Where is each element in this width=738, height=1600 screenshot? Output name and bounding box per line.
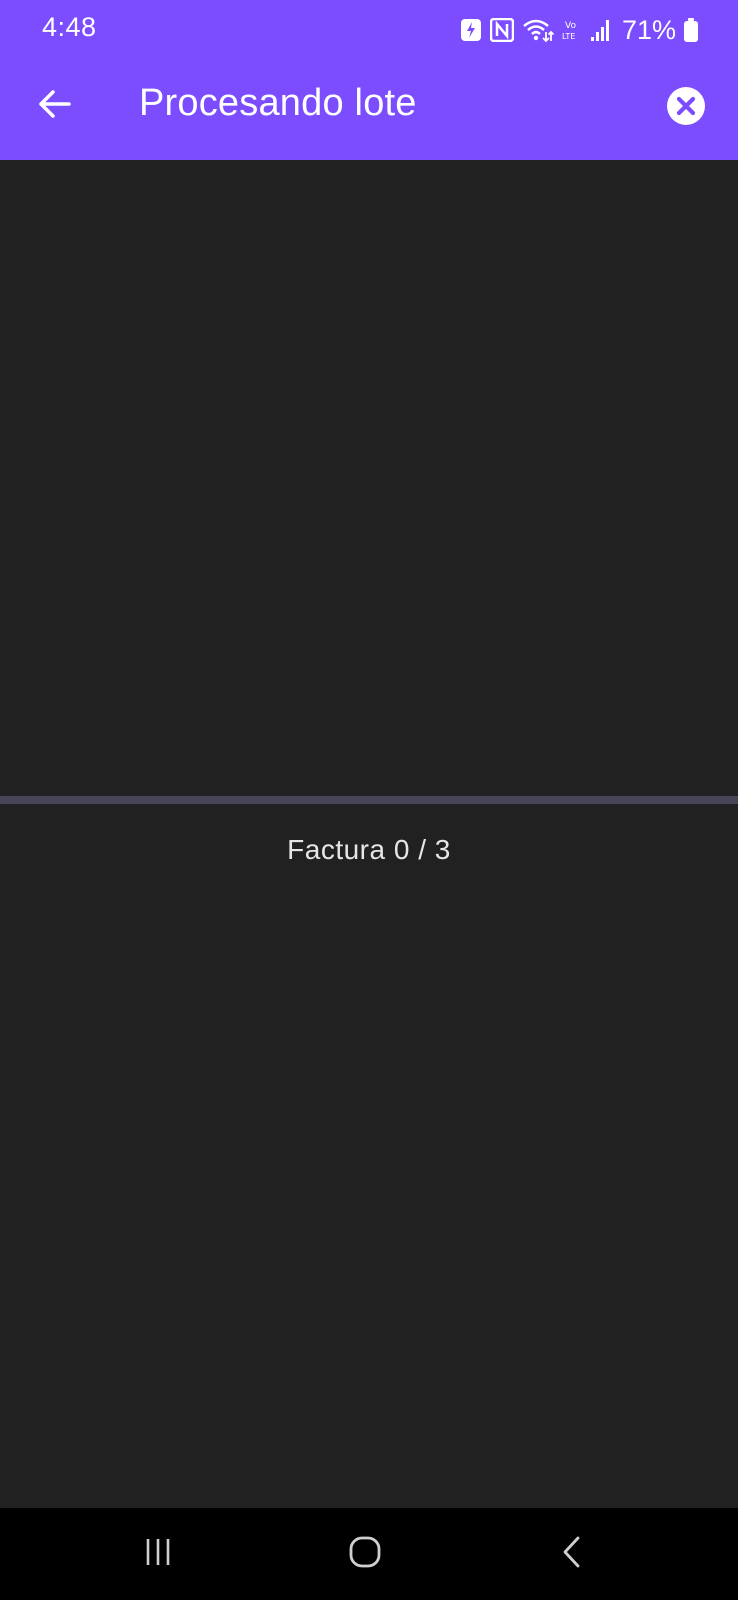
status-time: 4:48 — [42, 12, 97, 42]
back-button[interactable] — [26, 78, 82, 134]
content-area — [0, 880, 738, 1508]
battery-icon — [684, 18, 698, 42]
screen: 4:48 Vo LTE 71% Procesando lote Factura … — [0, 0, 738, 1600]
recents-icon — [143, 1537, 173, 1572]
wifi-icon — [522, 17, 554, 43]
svg-text:Vo: Vo — [565, 21, 576, 31]
top-bar-background: 4:48 Vo LTE 71% Procesando lote — [0, 0, 738, 160]
arrow-back-icon — [37, 89, 71, 124]
status-bar: 4:48 Vo LTE 71% — [0, 0, 738, 58]
recents-button[interactable] — [122, 1526, 194, 1582]
system-back-button[interactable] — [536, 1526, 608, 1582]
back-icon — [560, 1535, 584, 1574]
close-circle-icon — [666, 86, 706, 131]
batch-progress-bar — [0, 796, 738, 804]
document-preview-area — [0, 160, 738, 796]
volte-icon: Vo LTE — [562, 18, 582, 42]
svg-text:LTE: LTE — [562, 32, 575, 41]
system-nav-bar — [0, 1508, 738, 1600]
home-button[interactable] — [329, 1526, 401, 1582]
cancel-batch-button[interactable] — [658, 80, 714, 136]
invoice-counter: Factura 0 / 3 — [287, 834, 451, 865]
status-icons: Vo LTE 71% — [460, 13, 698, 47]
battery-percent: 71% — [621, 14, 676, 45]
app-bar: Procesando lote — [0, 58, 738, 160]
battery-saver-icon — [460, 18, 482, 42]
signal-icon — [590, 18, 612, 42]
page-title: Procesando lote — [139, 82, 417, 124]
nfc-icon — [489, 18, 514, 42]
home-icon — [348, 1535, 382, 1574]
